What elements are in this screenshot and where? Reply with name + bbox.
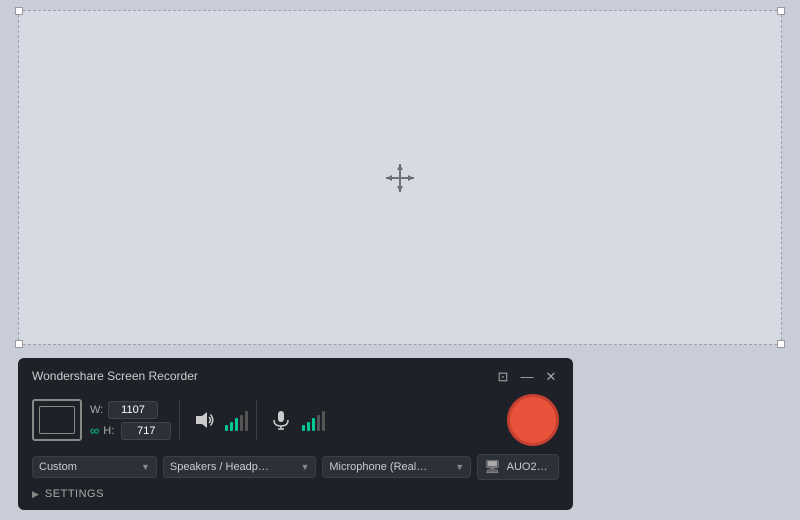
corner-handle-tr[interactable] (777, 7, 785, 15)
width-label: W: (90, 404, 104, 416)
mic-volume-bars[interactable] (302, 409, 325, 431)
panel-title: Wondershare Screen Recorder (32, 369, 198, 383)
settings-row[interactable]: ▶ SETTINGS (32, 488, 559, 500)
selection-area[interactable] (18, 10, 782, 345)
corner-handle-tl[interactable] (15, 7, 23, 15)
speakers-dropdown-arrow: ▼ (300, 462, 309, 472)
mic-bar-3 (312, 418, 315, 431)
speaker-control (188, 404, 248, 436)
height-row: ∞ H: (90, 422, 171, 440)
controls-row: W: ∞ H: (32, 394, 559, 446)
mic-bar-1 (302, 425, 305, 431)
display-dropdown[interactable]: 🖥 AUO21ED (477, 454, 559, 480)
display-dropdown-label: AUO21ED (507, 461, 552, 473)
dimensions-group: W: ∞ H: (90, 401, 171, 440)
settings-arrow-icon: ▶ (32, 489, 39, 500)
display-icon: 🖥 (484, 459, 501, 475)
screen-preview-inner (39, 406, 75, 434)
resolution-dropdown-arrow: ▼ (141, 462, 150, 472)
corner-handle-bl[interactable] (15, 340, 23, 348)
mic-control (265, 404, 325, 436)
dropdowns-row: Custom ▼ Speakers / Headpho... ▼ Microph… (32, 454, 559, 480)
vol-bar-2 (230, 422, 233, 431)
recorder-panel: Wondershare Screen Recorder ⊡ — ✕ W: ∞ H… (18, 358, 573, 510)
resolution-dropdown[interactable]: Custom ▼ (32, 456, 157, 478)
close-button[interactable]: ✕ (543, 368, 559, 384)
microphone-dropdown[interactable]: Microphone (Realtek... ▼ (322, 456, 471, 478)
microphone-dropdown-arrow: ▼ (455, 462, 464, 472)
vol-bar-4 (240, 415, 243, 431)
height-label: H: (103, 425, 117, 437)
mic-bar-4 (317, 415, 320, 431)
move-cursor-icon (384, 162, 416, 194)
record-button-inner (519, 406, 547, 434)
fullscreen-button[interactable]: ⊡ (495, 368, 511, 384)
screen-preview (32, 399, 82, 441)
microphone-dropdown-label: Microphone (Realtek... (329, 461, 429, 473)
height-input[interactable] (121, 422, 171, 440)
settings-label: SETTINGS (45, 488, 104, 500)
mic-bar-2 (307, 422, 310, 431)
speakers-dropdown-label: Speakers / Headpho... (170, 461, 270, 473)
width-row: W: (90, 401, 171, 419)
divider-2 (256, 400, 257, 440)
vol-bar-1 (225, 425, 228, 431)
speakers-dropdown[interactable]: Speakers / Headpho... ▼ (163, 456, 317, 478)
corner-handle-br[interactable] (777, 340, 785, 348)
titlebar-actions: ⊡ — ✕ (495, 368, 559, 384)
mic-button[interactable] (265, 404, 297, 436)
panel-titlebar: Wondershare Screen Recorder ⊡ — ✕ (32, 368, 559, 384)
minimize-button[interactable]: — (519, 368, 535, 384)
mic-bar-5 (322, 411, 325, 431)
speaker-volume-bars[interactable] (225, 409, 248, 431)
resolution-dropdown-label: Custom (39, 461, 77, 473)
divider-1 (179, 400, 180, 440)
speaker-button[interactable] (188, 404, 220, 436)
vol-bar-3 (235, 418, 238, 431)
record-button[interactable] (507, 394, 559, 446)
vol-bar-5 (245, 411, 248, 431)
link-icon[interactable]: ∞ (90, 423, 99, 438)
width-input[interactable] (108, 401, 158, 419)
